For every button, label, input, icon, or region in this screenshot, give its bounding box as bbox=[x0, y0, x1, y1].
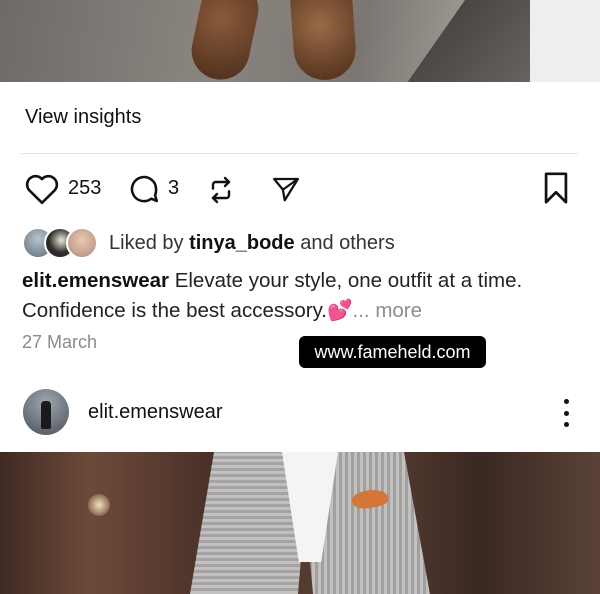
avatar-figure bbox=[41, 401, 51, 429]
liked-prefix: Liked by bbox=[109, 232, 190, 254]
caption-emoji: 💕 bbox=[327, 299, 353, 322]
post-caption: elit.emenswear Elevate your style, one o… bbox=[22, 266, 582, 326]
next-post-header: elit.emenswear bbox=[0, 385, 600, 439]
watermark-badge: www.fameheld.com bbox=[299, 336, 486, 368]
post-image-top[interactable] bbox=[0, 0, 600, 82]
liker-avatars bbox=[22, 227, 100, 259]
heart-icon[interactable] bbox=[24, 172, 60, 206]
liked-by-row[interactable]: Liked by tinya_bode and others bbox=[22, 226, 582, 259]
post-image-bottom[interactable] bbox=[0, 452, 600, 594]
comment-icon[interactable] bbox=[126, 172, 162, 206]
more-options-icon[interactable] bbox=[556, 395, 576, 431]
repost-icon[interactable] bbox=[203, 172, 239, 208]
liked-by-text: Liked by tinya_bode and others bbox=[109, 232, 395, 255]
like-count[interactable]: 253 bbox=[68, 177, 101, 200]
more-link[interactable]: ... more bbox=[353, 299, 423, 322]
post-actions-bar: 253 3 bbox=[0, 168, 600, 208]
liked-suffix: and others bbox=[294, 232, 395, 254]
caption-username[interactable]: elit.emenswear bbox=[22, 269, 169, 292]
avatar[interactable] bbox=[23, 389, 69, 435]
shoe-right bbox=[288, 0, 358, 82]
view-insights-link[interactable]: View insights bbox=[25, 106, 141, 129]
liked-username[interactable]: tinya_bode bbox=[189, 232, 295, 254]
post-date: 27 March bbox=[22, 332, 98, 352]
wall-shape bbox=[530, 0, 600, 82]
comment-count[interactable]: 3 bbox=[168, 177, 179, 200]
divider bbox=[20, 153, 578, 154]
post-username[interactable]: elit.emenswear bbox=[88, 401, 223, 424]
shoe-left bbox=[186, 0, 264, 82]
bookmark-icon[interactable] bbox=[538, 170, 574, 206]
lamp-shape bbox=[88, 494, 110, 516]
send-icon[interactable] bbox=[268, 172, 304, 206]
avatar bbox=[66, 227, 98, 259]
